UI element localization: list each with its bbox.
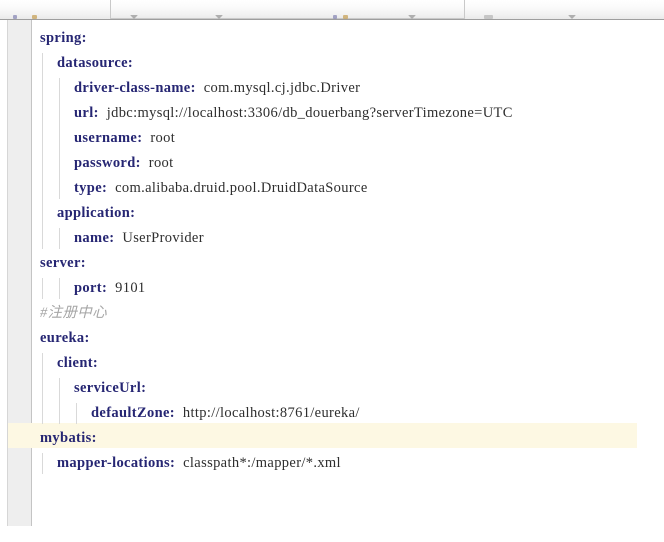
code-line[interactable]: spring: xyxy=(40,26,87,51)
yaml-key: username xyxy=(74,130,138,146)
yaml-key: name xyxy=(74,230,110,246)
indent-guide xyxy=(42,453,43,474)
code-editor[interactable]: spring: datasource: driver-class-name: com… xyxy=(0,20,664,542)
yaml-value: UserProvider xyxy=(114,230,204,246)
indent-guide xyxy=(59,78,60,199)
code-line[interactable]: mapper-locations: classpath*:/mapper/*.x… xyxy=(57,451,341,476)
code-line[interactable]: eureka: xyxy=(40,326,90,351)
yaml-key: mapper-locations xyxy=(57,455,170,471)
yaml-colon: : xyxy=(81,30,87,46)
code-line[interactable]: server: xyxy=(40,251,86,276)
yaml-key: client xyxy=(57,355,93,371)
yaml-key: eureka xyxy=(40,330,85,346)
yaml-value: 9101 xyxy=(107,280,146,296)
yaml-key: port xyxy=(74,280,102,296)
code-line[interactable]: application: xyxy=(57,201,135,226)
indent-guide xyxy=(59,228,60,249)
code-line[interactable]: client: xyxy=(57,351,98,376)
code-line[interactable]: port: 9101 xyxy=(74,276,146,301)
yaml-value: http://localhost:8761/eureka/ xyxy=(174,405,360,421)
code-line[interactable]: password: root xyxy=(74,151,174,176)
code-line[interactable]: driver-class-name: com.mysql.cj.jdbc.Dri… xyxy=(74,76,360,101)
yaml-colon: : xyxy=(91,430,97,446)
yaml-value: root xyxy=(140,155,174,171)
indent-guide xyxy=(42,278,43,299)
code-line[interactable]: #注册中心 xyxy=(40,301,107,326)
toolbar-strip[interactable] xyxy=(0,0,664,20)
yaml-key: password xyxy=(74,155,136,171)
indent-guide xyxy=(59,378,60,424)
yaml-value: com.mysql.cj.jdbc.Driver xyxy=(195,80,361,96)
yaml-value: classpath*:/mapper/*.xml xyxy=(175,455,341,471)
code-text-area[interactable]: spring: datasource: driver-class-name: com… xyxy=(32,20,664,542)
yaml-key: application xyxy=(57,205,131,221)
code-line[interactable]: mybatis: xyxy=(40,426,97,451)
code-line[interactable]: username: root xyxy=(74,126,175,151)
yaml-key: spring xyxy=(40,30,82,46)
code-line[interactable]: name: UserProvider xyxy=(74,226,204,251)
yaml-key: defaultZone xyxy=(91,405,170,421)
code-line[interactable]: serviceUrl: xyxy=(74,376,146,401)
yaml-key: mybatis xyxy=(40,430,92,446)
yaml-value: com.alibaba.druid.pool.DruidDataSource xyxy=(107,180,368,196)
yaml-key: server xyxy=(40,255,81,271)
indent-guide xyxy=(42,53,43,249)
yaml-colon: : xyxy=(141,380,147,396)
yaml-key: driver-class-name xyxy=(74,80,191,96)
yaml-colon: : xyxy=(130,205,136,221)
yaml-value: jdbc:mysql://localhost:3306/db_douerbang… xyxy=(98,105,513,121)
yaml-colon: : xyxy=(92,355,99,371)
indent-guide xyxy=(42,353,43,424)
yaml-key: serviceUrl xyxy=(74,380,142,396)
code-line[interactable]: type: com.alibaba.druid.pool.DruidDataSo… xyxy=(74,176,368,201)
yaml-colon: : xyxy=(84,330,90,346)
yaml-key: url xyxy=(74,105,94,121)
code-comment: #注册中心 xyxy=(40,305,107,321)
yaml-colon: : xyxy=(80,255,86,271)
code-line[interactable]: defaultZone: http://localhost:8761/eurek… xyxy=(91,401,360,426)
yaml-key: type xyxy=(74,180,102,196)
yaml-colon: : xyxy=(127,55,134,71)
yaml-value: root xyxy=(142,130,176,146)
line-number-gutter[interactable] xyxy=(8,20,31,526)
yaml-key: datasource xyxy=(57,55,128,71)
indent-guide xyxy=(76,403,77,424)
code-line[interactable]: url: jdbc:mysql://localhost:3306/db_doue… xyxy=(74,101,513,126)
indent-guide xyxy=(59,278,60,299)
code-line[interactable]: datasource: xyxy=(57,51,133,76)
